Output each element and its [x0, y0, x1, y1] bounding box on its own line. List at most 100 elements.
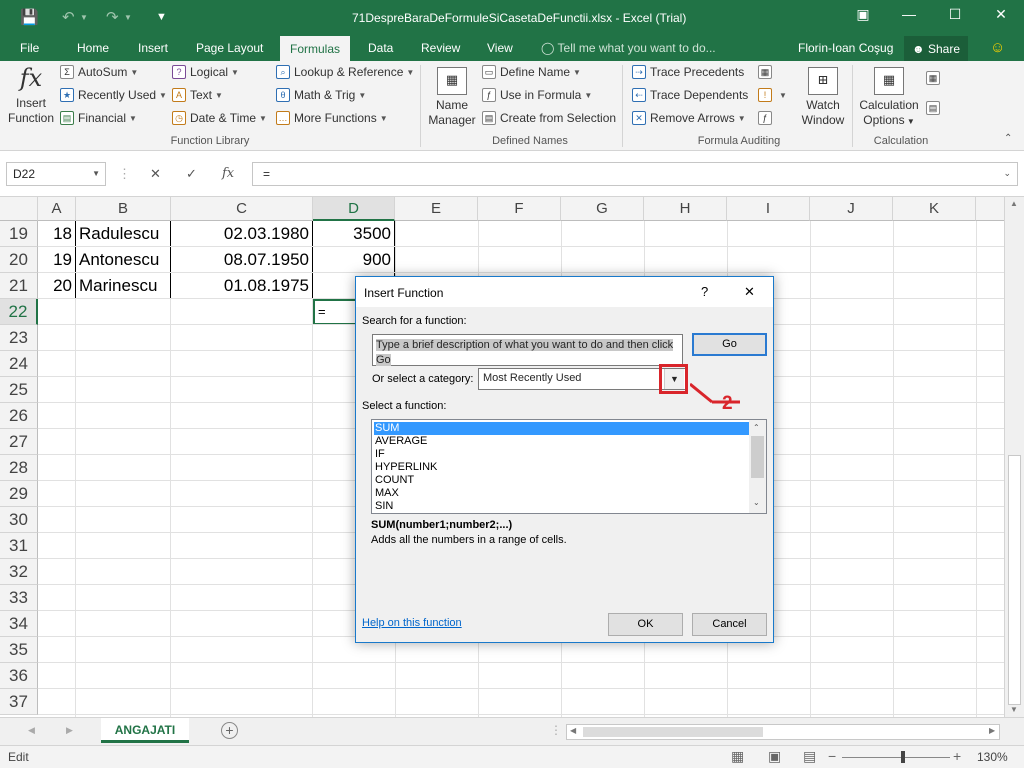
remove-arrows-button[interactable]: ✕ Remove Arrows ▼	[632, 111, 746, 125]
cell-a21[interactable]: 20	[38, 273, 76, 299]
row-header[interactable]: 28	[0, 455, 38, 481]
function-list[interactable]: SUM AVERAGE IF HYPERLINK COUNT MAX SIN ⌃…	[371, 419, 767, 514]
undo-dropdown-icon[interactable]: ▼	[80, 13, 88, 22]
function-item-if[interactable]: IF	[374, 448, 750, 461]
prev-sheet-icon[interactable]: ◀	[28, 725, 35, 736]
evaluate-formula-button[interactable]: ƒ	[758, 111, 776, 125]
zoom-out-icon[interactable]: −	[828, 748, 836, 764]
save-icon[interactable]: 💾	[20, 8, 39, 26]
chevron-down-icon[interactable]: ▼	[92, 169, 100, 178]
function-item-max[interactable]: MAX	[374, 487, 750, 500]
cell-a19[interactable]: 18	[38, 221, 76, 247]
customize-qat-icon[interactable]: ▼	[156, 11, 167, 23]
column-header-l[interactable]	[976, 197, 1004, 221]
smiley-feedback-icon[interactable]: ☺	[990, 37, 1005, 58]
calculate-sheet-button[interactable]: ▤	[926, 101, 944, 115]
collapse-ribbon-icon[interactable]: ⌃	[1004, 133, 1012, 144]
financial-button[interactable]: ▤ Financial ▼	[60, 111, 137, 125]
scroll-down-icon[interactable]: ⌄	[753, 498, 760, 507]
column-header-h[interactable]: H	[644, 197, 727, 221]
expand-formula-bar-icon[interactable]: ⌄	[1003, 168, 1011, 179]
calculate-now-button[interactable]: ▦	[926, 71, 944, 85]
function-list-scrollbar[interactable]: ⌃ ⌄	[749, 420, 766, 513]
cell-d20[interactable]: 900	[313, 247, 395, 273]
row-header[interactable]: 32	[0, 559, 38, 585]
tab-data[interactable]: Data	[368, 39, 393, 57]
row-header[interactable]: 33	[0, 585, 38, 611]
zoom-slider-thumb[interactable]	[901, 751, 905, 763]
tab-formulas[interactable]: Formulas	[280, 36, 351, 61]
define-name-button[interactable]: ▭ Define Name ▼	[482, 65, 581, 79]
column-header-j[interactable]: J	[810, 197, 893, 221]
cell-a22[interactable]	[38, 299, 76, 325]
cell-c20[interactable]: 08.07.1950	[171, 247, 313, 273]
create-from-selection-button[interactable]: ▤ Create from Selection	[482, 111, 616, 125]
close-dialog-icon[interactable]: ✕	[744, 284, 755, 300]
cancel-button[interactable]: Cancel	[692, 613, 767, 636]
insert-function-button[interactable]: fx Insert Function	[6, 65, 56, 126]
row-header[interactable]: 31	[0, 533, 38, 559]
row-header[interactable]: 24	[0, 351, 38, 377]
cell-c21[interactable]: 01.08.1975	[171, 273, 313, 299]
column-header-g[interactable]: G	[561, 197, 644, 221]
lookup-reference-button[interactable]: ⌕ Lookup & Reference ▼	[276, 65, 414, 79]
ribbon-display-icon[interactable]: ▣	[848, 6, 878, 23]
ok-button[interactable]: OK	[608, 613, 683, 636]
tell-me-search[interactable]: ◯ Tell me what you want to do...	[541, 39, 716, 57]
row-header[interactable]: 26	[0, 403, 38, 429]
column-header-a[interactable]: A	[38, 197, 76, 221]
scroll-right-icon[interactable]: ▶	[989, 726, 995, 735]
column-header-i[interactable]: I	[727, 197, 810, 221]
column-header-b[interactable]: B	[76, 197, 171, 221]
function-item-count[interactable]: COUNT	[374, 474, 750, 487]
list-scroll-thumb[interactable]	[751, 436, 764, 478]
scroll-up-icon[interactable]: ⌃	[753, 423, 760, 432]
row-header[interactable]: 20	[0, 247, 38, 273]
row-header[interactable]: 35	[0, 637, 38, 663]
function-item-hyperlink[interactable]: HYPERLINK	[374, 461, 750, 474]
vertical-scrollbar[interactable]: ▲ ▼	[1004, 197, 1024, 717]
function-item-sin[interactable]: SIN	[374, 500, 750, 513]
scroll-left-icon[interactable]: ◀	[570, 726, 576, 735]
row-header[interactable]: 23	[0, 325, 38, 351]
zoom-in-icon[interactable]: +	[953, 748, 961, 764]
scroll-thumb[interactable]	[1008, 455, 1021, 705]
row-header[interactable]: 34	[0, 611, 38, 637]
redo-dropdown-icon[interactable]: ▼	[124, 13, 132, 22]
row-header[interactable]: 36	[0, 663, 38, 689]
tab-view[interactable]: View	[487, 39, 513, 57]
go-button[interactable]: Go	[692, 333, 767, 356]
name-box[interactable]: D22 ▼	[6, 162, 106, 186]
trace-dependents-button[interactable]: ⇠ Trace Dependents	[632, 88, 748, 102]
column-header-c[interactable]: C	[171, 197, 313, 221]
cell-c19[interactable]: 02.03.1980	[171, 221, 313, 247]
function-item-average[interactable]: AVERAGE	[374, 435, 750, 448]
page-layout-view-icon[interactable]: ▣	[768, 748, 781, 765]
search-function-input[interactable]: Type a brief description of what you wan…	[372, 334, 683, 366]
column-header-k[interactable]: K	[893, 197, 976, 221]
zoom-slider[interactable]	[842, 757, 950, 758]
cell-b22[interactable]	[76, 299, 171, 325]
row-header[interactable]: 25	[0, 377, 38, 403]
name-manager-button[interactable]: ▦ Name Manager	[426, 67, 478, 128]
cell-b20[interactable]: Antonescu	[76, 247, 171, 273]
help-icon[interactable]: ?	[701, 284, 708, 299]
page-break-view-icon[interactable]: ▤	[803, 748, 816, 765]
minimize-icon[interactable]: —	[894, 6, 924, 22]
math-trig-button[interactable]: θ Math & Trig ▼	[276, 88, 366, 102]
tab-insert[interactable]: Insert	[138, 39, 168, 57]
new-sheet-icon[interactable]: +	[221, 722, 238, 739]
cell-a20[interactable]: 19	[38, 247, 76, 273]
show-formulas-button[interactable]: ▦	[758, 65, 776, 79]
tab-splitter-icon[interactable]: ⋮	[550, 723, 562, 737]
column-header-e[interactable]: E	[395, 197, 478, 221]
cell-b21[interactable]: Marinescu	[76, 273, 171, 299]
column-header-f[interactable]: F	[478, 197, 561, 221]
more-functions-button[interactable]: … More Functions ▼	[276, 111, 388, 125]
scroll-up-icon[interactable]: ▲	[1010, 199, 1018, 208]
cancel-entry-icon[interactable]: ✕	[150, 166, 161, 182]
enter-check-icon[interactable]: ✓	[186, 166, 197, 182]
cell-c22[interactable]	[171, 299, 313, 325]
trace-precedents-button[interactable]: ⇢ Trace Precedents	[632, 65, 744, 79]
user-name[interactable]: Florin-Ioan Coşug	[798, 39, 893, 57]
